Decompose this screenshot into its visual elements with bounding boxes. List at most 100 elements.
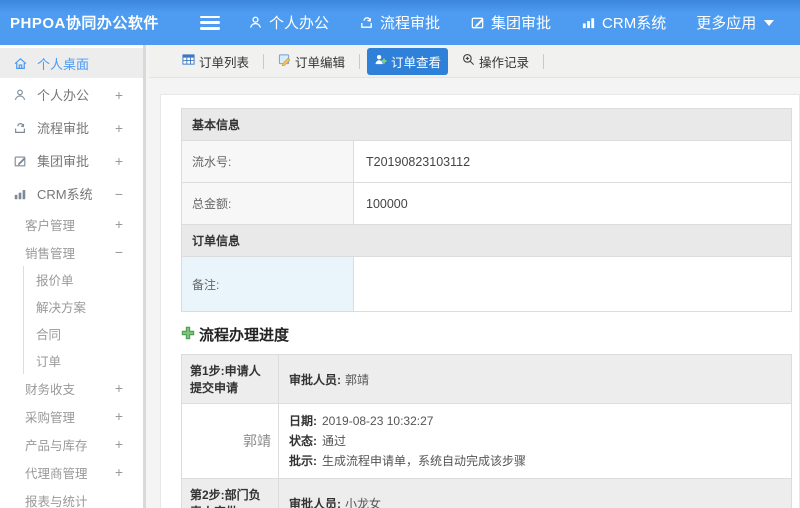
bar-chart-icon bbox=[12, 187, 28, 201]
sidebar-item-label: 解决方案 bbox=[36, 301, 87, 315]
note-value bbox=[353, 256, 792, 312]
edit-icon bbox=[470, 15, 485, 30]
step-header-row: 第2步:部门负责人审批 审批人员: 小龙女 bbox=[181, 478, 792, 508]
nav-label: 集团审批 bbox=[491, 15, 552, 32]
tab-separator bbox=[263, 53, 265, 69]
tab-label: 订单查看 bbox=[391, 55, 442, 70]
sidebar-item-report-stats[interactable]: 报表与统计 bbox=[0, 486, 143, 508]
sidebar-item-solution[interactable]: 解决方案 bbox=[23, 293, 143, 320]
edit-doc-icon bbox=[278, 53, 291, 69]
order-detail-panel: 基本信息 流水号: T20190823103112 总金额: 100000 订单… bbox=[160, 94, 800, 508]
step-1-actor-name: 郭靖 bbox=[181, 403, 279, 479]
nav-label: 更多应用 bbox=[696, 15, 757, 32]
tab-order-view[interactable]: 订单查看 bbox=[367, 47, 449, 75]
sidebar-item-label: 集团审批 bbox=[37, 154, 90, 169]
step-1-label: 第1步:申请人提交申请 bbox=[181, 354, 279, 404]
expand-icon[interactable]: + bbox=[115, 464, 123, 480]
status-value: 通过 bbox=[322, 434, 347, 448]
process-progress-title: 流程办理进度 bbox=[199, 327, 290, 344]
date-label: 日期: bbox=[289, 414, 317, 428]
tab-bar: 订单列表 订单编辑 订单查看 操作记录 bbox=[149, 45, 800, 78]
sidebar-item-label: 产品与库存 bbox=[25, 438, 88, 453]
expand-icon[interactable]: + bbox=[115, 120, 123, 136]
sidebar-item-label: 销售管理 bbox=[25, 246, 76, 261]
nav-more-apps[interactable]: 更多应用 bbox=[696, 12, 775, 33]
home-icon bbox=[12, 56, 28, 71]
view-order-icon bbox=[374, 53, 387, 69]
process-icon bbox=[359, 15, 374, 30]
nav-label: 个人办公 bbox=[269, 15, 330, 32]
expand-icon[interactable]: + bbox=[115, 216, 123, 232]
sidebar-item-label: 报价单 bbox=[36, 274, 74, 288]
step-2-label: 第2步:部门负责人审批 bbox=[181, 478, 279, 508]
sidebar-item-label: CRM系统 bbox=[37, 187, 93, 202]
bar-chart-icon bbox=[581, 15, 596, 30]
process-steps-table: 第1步:申请人提交申请 审批人员: 郭靖 郭靖 日期: 2019-08-23 10:… bbox=[181, 354, 792, 508]
total-amount-value: 100000 bbox=[353, 182, 792, 225]
sidebar-item-personal-office[interactable]: 个人办公 + bbox=[0, 78, 143, 111]
sidebar-item-sales-mgmt[interactable]: 销售管理 − bbox=[0, 238, 143, 266]
app-logo: PHPOA协同办公软件 bbox=[10, 15, 159, 32]
comment-label: 批示: bbox=[289, 454, 317, 468]
comment-line: 批示: 生成流程申请单，系统自动完成该步骤 bbox=[289, 451, 781, 471]
sidebar-item-label: 采购管理 bbox=[25, 410, 76, 425]
total-amount-label: 总金额: bbox=[181, 182, 354, 225]
tab-label: 订单编辑 bbox=[295, 55, 346, 70]
nav-group-approval[interactable]: 集团审批 bbox=[470, 12, 551, 33]
approver-name: 郭靖 bbox=[345, 372, 370, 387]
tab-label: 订单列表 bbox=[199, 55, 250, 70]
collapse-icon[interactable]: − bbox=[115, 186, 123, 202]
note-label: 备注: bbox=[181, 256, 354, 312]
sidebar-item-purchase-mgmt[interactable]: 采购管理 + bbox=[0, 402, 143, 430]
expand-icon[interactable]: + bbox=[115, 153, 123, 169]
nav-process-approval[interactable]: 流程审批 bbox=[359, 12, 440, 33]
sidebar-item-order[interactable]: 订单 bbox=[23, 347, 143, 374]
sidebar-item-finance[interactable]: 财务收支 + bbox=[0, 374, 143, 402]
sidebar-item-agent-mgmt[interactable]: 代理商管理 + bbox=[0, 458, 143, 486]
main-content: 订单列表 订单编辑 订单查看 操作记录 基本信息 流水号: T201908231… bbox=[149, 45, 800, 508]
collapse-icon[interactable]: − bbox=[115, 244, 123, 260]
sidebar-item-label: 个人桌面 bbox=[37, 56, 90, 72]
green-plus-icon bbox=[181, 326, 195, 344]
step-1-detail: 日期: 2019-08-23 10:32:27 状态: 通过 批示: 生成流程申请单，… bbox=[278, 403, 792, 479]
tab-order-edit[interactable]: 订单编辑 bbox=[271, 48, 352, 75]
serial-number-label: 流水号: bbox=[181, 140, 354, 183]
sidebar-item-process-approval[interactable]: 流程审批 + bbox=[0, 111, 143, 144]
tab-operation-log[interactable]: 操作记录 bbox=[455, 48, 536, 75]
sidebar-item-personal-desktop[interactable]: 个人桌面 bbox=[0, 48, 143, 78]
sidebar-item-product-inventory[interactable]: 产品与库存 + bbox=[0, 430, 143, 458]
table-row: 流水号: T20190823103112 bbox=[181, 140, 792, 183]
approver-name: 小龙女 bbox=[345, 496, 382, 508]
tab-order-list[interactable]: 订单列表 bbox=[175, 48, 256, 75]
expand-icon[interactable]: + bbox=[115, 436, 123, 452]
sidebar-item-label: 订单 bbox=[36, 355, 62, 369]
tab-label: 操作记录 bbox=[479, 55, 530, 70]
sidebar-item-label: 合同 bbox=[36, 328, 62, 342]
sidebar-item-group-approval[interactable]: 集团审批 + bbox=[0, 144, 143, 177]
sidebar-item-contract[interactable]: 合同 bbox=[23, 320, 143, 347]
process-progress-header: 流程办理进度 bbox=[181, 324, 792, 345]
hamburger-menu-icon[interactable] bbox=[200, 15, 220, 30]
person-icon bbox=[12, 88, 28, 102]
serial-number-value: T20190823103112 bbox=[353, 140, 792, 183]
sidebar-item-crm-system[interactable]: CRM系统 − bbox=[0, 177, 143, 210]
sidebar: 个人桌面 个人办公 + 流程审批 + 集团审批 + CRM系统 − 客户管理 +… bbox=[0, 45, 146, 508]
order-info-table: 基本信息 流水号: T20190823103112 总金额: 100000 订单… bbox=[181, 108, 792, 312]
expand-icon[interactable]: + bbox=[115, 87, 123, 103]
step-2-approver: 审批人员: 小龙女 bbox=[278, 478, 792, 508]
nav-label: CRM系统 bbox=[602, 15, 667, 32]
sidebar-item-label: 个人办公 bbox=[37, 88, 90, 103]
sidebar-item-label: 代理商管理 bbox=[25, 466, 88, 481]
table-icon bbox=[182, 53, 195, 69]
sidebar-item-label: 流程审批 bbox=[37, 121, 90, 136]
tab-separator bbox=[543, 53, 545, 69]
step-detail-row: 郭靖 日期: 2019-08-23 10:32:27 状态: 通过 批示: 生成流程申… bbox=[181, 403, 792, 479]
sidebar-item-quotation[interactable]: 报价单 bbox=[23, 266, 143, 293]
expand-icon[interactable]: + bbox=[115, 380, 123, 396]
nav-crm-system[interactable]: CRM系统 bbox=[581, 12, 666, 33]
expand-icon[interactable]: + bbox=[115, 408, 123, 424]
nav-personal-office[interactable]: 个人办公 bbox=[248, 12, 329, 33]
sidebar-item-customer-mgmt[interactable]: 客户管理 + bbox=[0, 210, 143, 238]
step-1-approver: 审批人员: 郭靖 bbox=[278, 354, 792, 404]
sidebar-item-label: 财务收支 bbox=[25, 382, 76, 397]
